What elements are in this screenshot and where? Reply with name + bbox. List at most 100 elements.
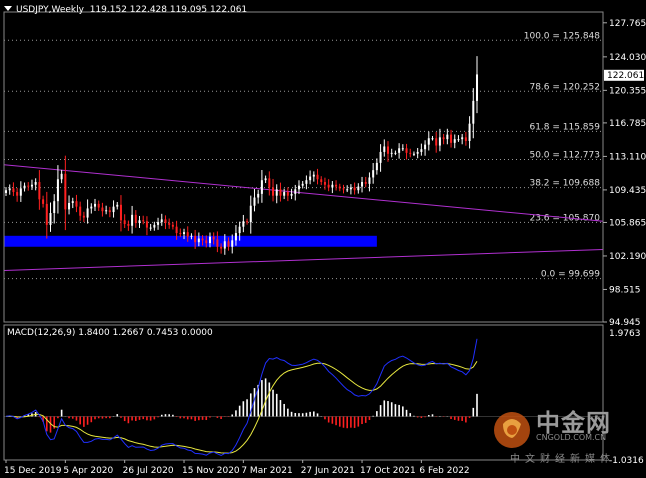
candle-body (116, 204, 119, 207)
candle-body (346, 189, 349, 191)
candle-body (64, 173, 67, 210)
candle-body (301, 183, 304, 186)
candle-body (249, 205, 252, 223)
candle-body (461, 137, 464, 140)
fib-level-label: 100.0 = 125.848 (524, 31, 601, 41)
candle-body (286, 192, 289, 196)
candle-body (86, 208, 89, 218)
dropdown-triangle-icon[interactable] (4, 6, 12, 11)
candle-body (238, 226, 241, 234)
candle-body (160, 219, 163, 223)
macd-main-line (5, 338, 478, 457)
candle-body (353, 187, 356, 191)
candle-body (8, 188, 11, 191)
candle-body (171, 224, 174, 227)
candle-body (264, 178, 267, 181)
candle-body (190, 235, 193, 237)
candle-body (253, 197, 256, 206)
price-panel-frame (3, 11, 604, 323)
candle-body (79, 206, 82, 216)
candle-body (242, 221, 245, 227)
candle-body (420, 149, 423, 152)
date-tick-label: 6 Feb 2022 (419, 466, 469, 476)
price-tick-label: 124.030 (609, 53, 646, 63)
candle-body (309, 176, 312, 181)
candle-body (45, 203, 48, 225)
candlestick-series (4, 56, 479, 255)
date-tick-label: 5 Apr 2020 (63, 466, 113, 476)
candle-body (438, 137, 441, 146)
watermark-slogan: 中文财经新媒体 (510, 454, 615, 465)
candle-body (279, 189, 282, 196)
candle-body (108, 210, 111, 213)
candle-body (23, 185, 26, 189)
current-price-label: 122.061 (607, 71, 644, 81)
candle-body (227, 241, 230, 247)
candle-body (175, 226, 178, 234)
candle-body (357, 186, 360, 191)
candle-body (320, 179, 323, 183)
candle-body (53, 201, 56, 214)
candle-body (283, 192, 286, 196)
candle-body (472, 100, 475, 124)
candle-body (123, 220, 126, 224)
candle-body (375, 162, 378, 171)
candle-body (90, 206, 93, 209)
macd-signal-line (5, 361, 478, 454)
candle-body (323, 182, 326, 185)
candle-body (75, 201, 78, 207)
trend-lines (3, 164, 604, 271)
candle-body (183, 232, 186, 234)
price-tick-label: 102.190 (609, 252, 646, 262)
trend-line (3, 164, 604, 222)
candle-body (246, 221, 249, 223)
candle-body (231, 240, 234, 247)
candle-body (446, 134, 449, 140)
date-tick-label: 15 Nov 2020 (182, 466, 240, 476)
candle-body (153, 224, 156, 228)
ohlc-label: 119.152 122.428 119.095 122.061 (89, 5, 248, 15)
candle-body (223, 241, 226, 249)
symbol-label: USDJPY,Weekly (16, 5, 84, 15)
candle-body (179, 233, 182, 235)
candle-body (290, 193, 293, 196)
candle-body (105, 210, 108, 212)
candle-body (364, 182, 367, 184)
candle-body (205, 240, 208, 244)
candle-body (257, 193, 260, 198)
candle-body (390, 152, 393, 154)
candle-body (464, 137, 467, 141)
candle-body (342, 188, 345, 190)
macd-tick-label: 1.9763 (609, 329, 641, 339)
candle-body (49, 213, 52, 225)
candle-body (42, 199, 45, 204)
candle-body (316, 174, 319, 180)
date-tick-label: 17 Oct 2021 (360, 466, 416, 476)
candle-body (38, 182, 41, 200)
candle-body (164, 219, 167, 224)
candle-body (327, 184, 330, 188)
candle-body (112, 206, 115, 213)
candle-body (19, 188, 22, 196)
candle-body (168, 223, 171, 225)
price-tick-label: 120.355 (609, 86, 646, 96)
candle-body (405, 148, 408, 153)
price-tick-label: 109.435 (609, 186, 646, 196)
candle-body (272, 187, 275, 196)
candle-body (305, 180, 308, 184)
date-tick-label: 27 Jun 2021 (301, 466, 355, 476)
date-tick-label: 15 Dec 2019 (4, 466, 62, 476)
watermark-domain: CNGOLD.COM.CN (536, 433, 607, 442)
support-zone (4, 235, 377, 247)
price-tick-label: 94.945 (609, 318, 641, 328)
fib-level-label: 78.6 = 120.252 (529, 82, 600, 92)
candle-body (82, 215, 85, 218)
candle-body (468, 123, 471, 141)
candle-body (368, 177, 371, 184)
fib-level-label: 61.8 = 115.859 (529, 122, 600, 132)
candle-body (431, 138, 434, 140)
candle-body (220, 246, 223, 249)
candle-body (401, 148, 404, 150)
candle-body (197, 238, 200, 243)
date-tick-label: 26 Jul 2020 (123, 466, 174, 476)
